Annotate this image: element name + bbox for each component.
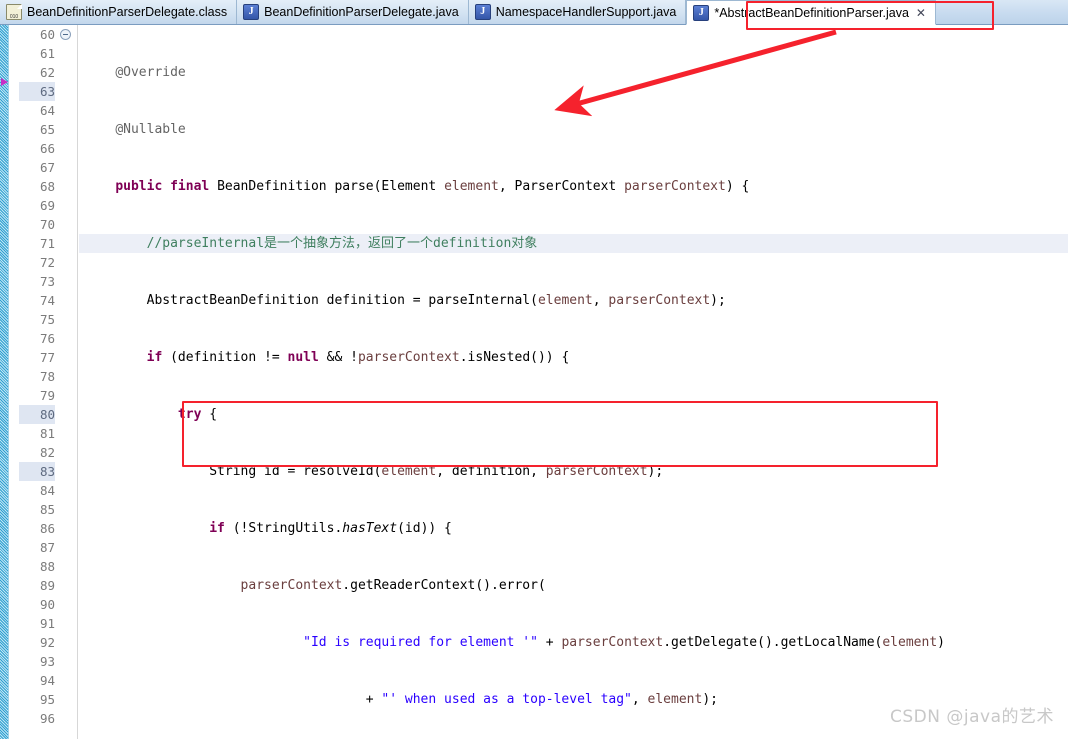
tab-label: BeanDefinitionParserDelegate.java — [264, 5, 459, 19]
line-number: 89 — [39, 578, 55, 593]
editor-tab-abstract-bean-definition-parser-java[interactable]: *AbstractBeanDefinitionParser.java ✕ — [686, 0, 936, 25]
java-file-icon — [693, 4, 710, 21]
line-number-gutter: 60 61 62 63 64 65 66 67 68 69 70 71 72 7… — [10, 25, 78, 739]
line-number: 77 — [39, 350, 55, 365]
line-number: 92 — [39, 635, 55, 650]
line-number: 76 — [39, 331, 55, 346]
code-line-66[interactable]: try { — [79, 405, 1068, 424]
line-number: 94 — [39, 673, 55, 688]
line-number: 86 — [39, 521, 55, 536]
code-line-64[interactable]: AbstractBeanDefinition definition = pars… — [79, 291, 1068, 310]
line-number: 85 — [39, 502, 55, 517]
code-line-67[interactable]: String id = resolveId(element, definitio… — [79, 462, 1068, 481]
code-line-62[interactable]: public final BeanDefinition parse(Elemen… — [79, 177, 1068, 196]
line-number: 75 — [39, 312, 55, 327]
code-editor[interactable]: 60 61 62 63 64 65 66 67 68 69 70 71 72 7… — [0, 25, 1068, 739]
editor-tab-namespace-handler-support-java[interactable]: NamespaceHandlerSupport.java — [468, 0, 687, 24]
code-line-68[interactable]: if (!StringUtils.hasText(id)) { — [79, 519, 1068, 538]
editor-tab-bean-definition-parser-delegate-java[interactable]: BeanDefinitionParserDelegate.java — [237, 0, 469, 24]
line-number: 79 — [39, 388, 55, 403]
code-line-70[interactable]: "Id is required for element '" + parserC… — [79, 633, 1068, 652]
line-number: 68 — [39, 179, 55, 194]
code-line-61[interactable]: @Nullable — [79, 120, 1068, 139]
tab-label: BeanDefinitionParserDelegate.class — [27, 5, 228, 19]
line-number: 78 — [39, 369, 55, 384]
code-line-63[interactable]: //parseInternal是一个抽象方法，返回了一个definition对象 — [79, 234, 1068, 253]
line-number: 60 — [39, 27, 55, 42]
close-icon[interactable]: ✕ — [916, 7, 926, 19]
line-number: 87 — [39, 540, 55, 555]
line-number: 95 — [39, 692, 55, 707]
line-number: 70 — [39, 217, 55, 232]
code-line-65[interactable]: if (definition != null && !parserContext… — [79, 348, 1068, 367]
code-line-60[interactable]: @Override — [79, 63, 1068, 82]
line-number: 66 — [39, 141, 55, 156]
line-number: 81 — [39, 426, 55, 441]
tab-label: *AbstractBeanDefinitionParser.java — [714, 5, 909, 20]
line-number: 63 — [19, 82, 55, 101]
tab-label: NamespaceHandlerSupport.java — [495, 5, 677, 19]
line-number: 67 — [39, 160, 55, 175]
line-number: 69 — [39, 198, 55, 213]
java-file-icon — [474, 4, 491, 20]
csdn-watermark: CSDN @java的艺术 — [890, 707, 1054, 727]
line-number: 90 — [39, 597, 55, 612]
line-number: 83 — [19, 462, 55, 481]
line-number: 61 — [39, 46, 55, 61]
fold-collapse-icon[interactable] — [60, 29, 71, 40]
java-file-icon — [243, 4, 260, 20]
line-number: 65 — [39, 122, 55, 137]
line-number: 82 — [39, 445, 55, 460]
line-number: 71 — [39, 236, 55, 251]
line-number: 96 — [39, 711, 55, 726]
line-number: 72 — [39, 255, 55, 270]
line-number: 74 — [39, 293, 55, 308]
line-number: 88 — [39, 559, 55, 574]
eclipse-editor-window: BeanDefinitionParserDelegate.class BeanD… — [0, 0, 1068, 739]
code-text-area[interactable]: @Override @Nullable public final BeanDef… — [79, 25, 1068, 739]
editor-tab-bar: BeanDefinitionParserDelegate.class BeanD… — [0, 0, 1068, 25]
line-number: 84 — [39, 483, 55, 498]
class-file-icon — [6, 4, 22, 20]
line-number: 73 — [39, 274, 55, 289]
line-number: 62 — [39, 65, 55, 80]
code-line-69[interactable]: parserContext.getReaderContext().error( — [79, 576, 1068, 595]
line-number: 80 — [19, 405, 55, 424]
line-number: 93 — [39, 654, 55, 669]
breakpoint-arrow-icon — [1, 78, 8, 86]
line-number: 91 — [39, 616, 55, 631]
overview-marker-bar[interactable] — [0, 25, 9, 739]
tab-bar-filler — [935, 0, 1068, 24]
line-number: 64 — [39, 103, 55, 118]
editor-tab-bean-definition-parser-delegate-class[interactable]: BeanDefinitionParserDelegate.class — [0, 0, 238, 24]
